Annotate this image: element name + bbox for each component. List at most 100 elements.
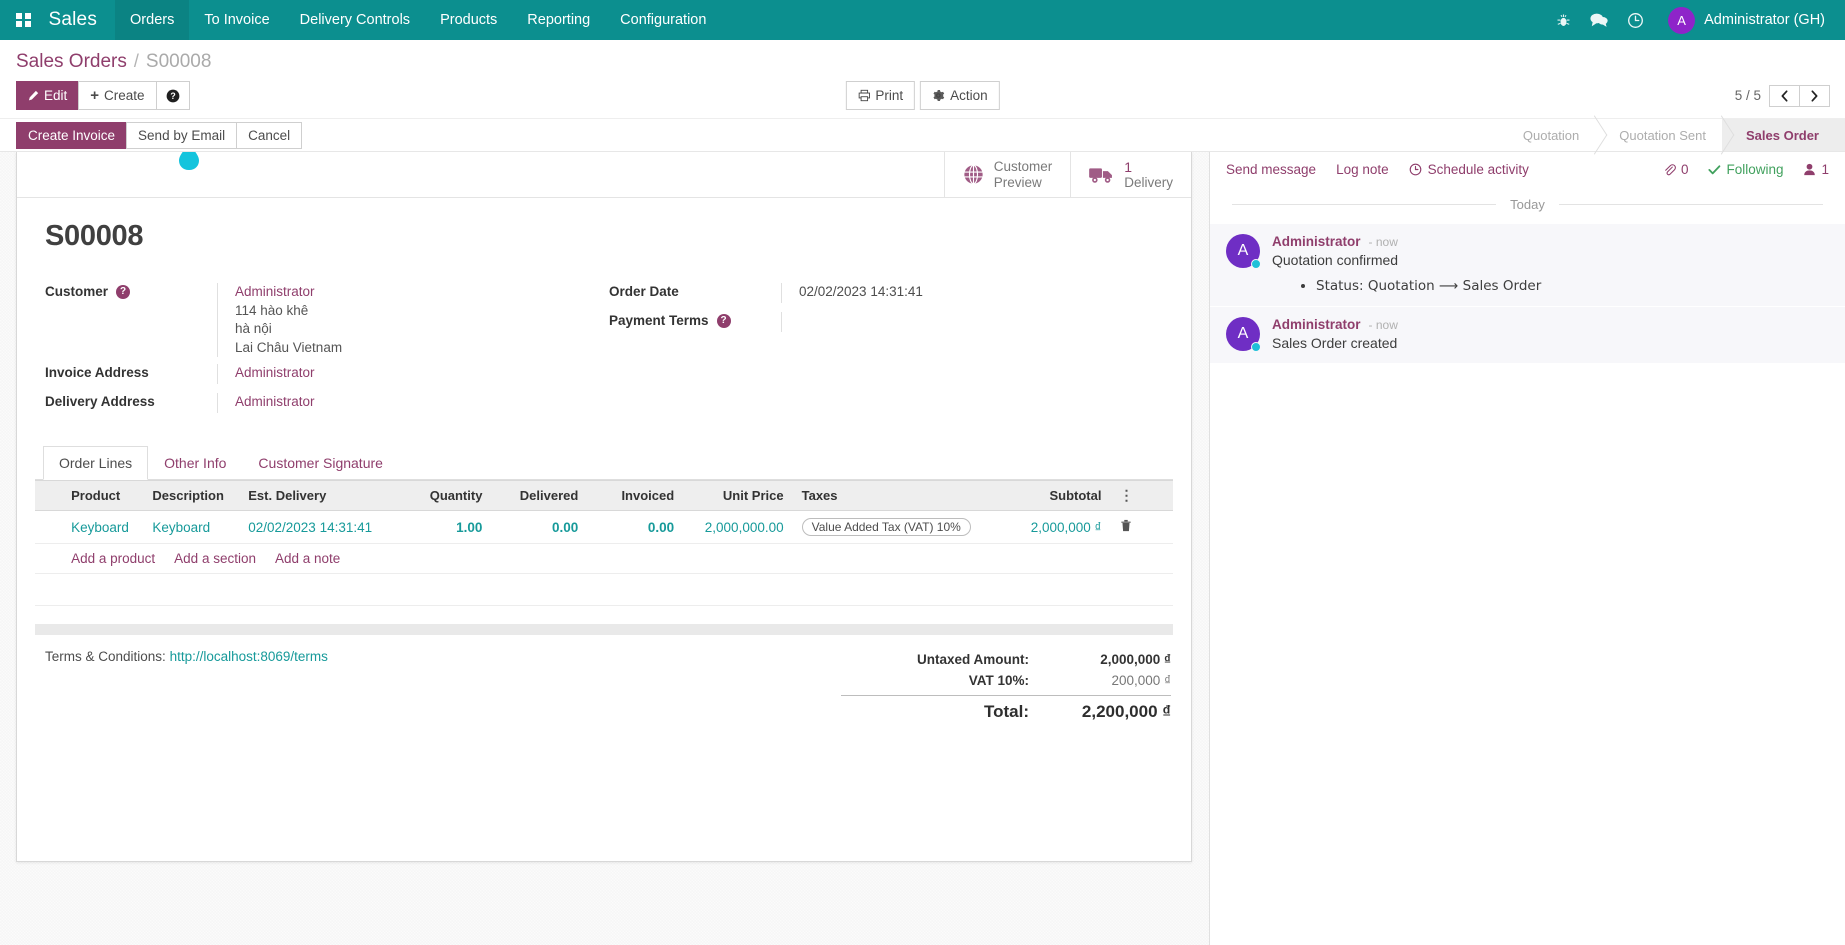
add-a-section-link[interactable]: Add a section [174, 551, 256, 566]
tab-customer-signature[interactable]: Customer Signature [242, 446, 399, 480]
cell-description[interactable]: Keyboard [143, 511, 239, 544]
message-avatar[interactable]: A [1226, 317, 1260, 351]
add-a-note-link[interactable]: Add a note [275, 551, 340, 566]
following-button[interactable]: Following [1708, 162, 1783, 177]
tab-order-lines[interactable]: Order Lines [43, 446, 148, 480]
status-stage-quotation-sent[interactable]: Quotation Sent [1595, 119, 1722, 151]
question-icon[interactable]: ? [717, 314, 731, 328]
nav-menu-configuration[interactable]: Configuration [605, 0, 721, 40]
schedule-activity-button[interactable]: Schedule activity [1409, 162, 1529, 177]
nav-menu-products[interactable]: Products [425, 0, 512, 40]
column-options-button[interactable]: ⋮ [1110, 481, 1141, 511]
send-message-button[interactable]: Send message [1226, 162, 1316, 177]
col-spacer [1142, 481, 1173, 511]
cell-delivered[interactable]: 0.00 [491, 511, 587, 544]
app-brand-sales[interactable]: Sales [43, 0, 116, 40]
create-button-label: Create [104, 87, 145, 104]
apps-menu-button[interactable] [0, 0, 43, 40]
follower-count-button[interactable]: 1 [1803, 162, 1829, 177]
field-order-date-value[interactable]: 02/02/2023 14:31:41 [781, 283, 1143, 303]
col-product[interactable]: Product [62, 481, 143, 511]
form-group-right: Order Date 02/02/2023 14:31:41 Payment T… [609, 283, 1173, 422]
terms-url-link[interactable]: http://localhost:8069/terms [170, 649, 328, 664]
nav-menu-delivery-controls[interactable]: Delivery Controls [285, 0, 425, 40]
message-avatar[interactable]: A [1226, 234, 1260, 268]
create-invoice-button[interactable]: Create Invoice [16, 122, 127, 149]
cell-est-delivery[interactable]: 02/02/2023 14:31:41 [239, 511, 395, 544]
cancel-button[interactable]: Cancel [236, 122, 302, 149]
empty-cell [35, 574, 1173, 606]
notebook: Order Lines Other Info Customer Signatur… [35, 446, 1173, 635]
print-button[interactable]: Print [845, 81, 915, 110]
col-est-delivery[interactable]: Est. Delivery [239, 481, 395, 511]
clock-icon[interactable] [1618, 0, 1652, 40]
message-header: Administrator - now [1272, 317, 1829, 332]
user-menu[interactable]: A Administrator (GH) [1654, 7, 1831, 34]
cell-spacer [1142, 511, 1173, 544]
breadcrumb-root[interactable]: Sales Orders [16, 51, 127, 73]
delivery-address-link[interactable]: Administrator [235, 394, 315, 409]
message-author[interactable]: Administrator [1272, 317, 1361, 332]
delete-line-button[interactable] [1110, 511, 1141, 544]
help-button[interactable]: ? [156, 81, 190, 110]
attachment-count-button[interactable]: 0 [1663, 162, 1689, 177]
add-row-links: Add a product Add a section Add a note [62, 544, 1173, 574]
nav-menu-reporting[interactable]: Reporting [512, 0, 605, 40]
field-delivery-address-label: Delivery Address [45, 393, 217, 409]
delivery-button[interactable]: 1 Delivery [1070, 152, 1191, 197]
tab-other-info[interactable]: Other Info [148, 446, 242, 480]
table-row[interactable]: Keyboard Keyboard 02/02/2023 14:31:41 1.… [35, 511, 1173, 544]
cell-subtotal: 2,000,000 ₫ [991, 511, 1111, 544]
edit-button[interactable]: Edit [16, 81, 79, 110]
total-grand-value: 2,200,000 ₫ [1043, 702, 1171, 722]
add-a-product-link[interactable]: Add a product [71, 551, 155, 566]
bug-icon[interactable] [1546, 0, 1580, 40]
field-customer: Customer ? Administrator 114 hào khê hà … [45, 283, 579, 357]
status-stage-quotation[interactable]: Quotation [1499, 119, 1595, 151]
cell-unit-price[interactable]: 2,000,000.00 [683, 511, 792, 544]
customer-preview-line1: Customer [994, 159, 1053, 175]
total-vat-value: 200,000 ₫ [1043, 673, 1171, 688]
action-button[interactable]: Action [920, 81, 1000, 110]
field-payment-terms-value[interactable] [781, 312, 1143, 332]
question-icon[interactable]: ? [116, 285, 130, 299]
send-by-email-button[interactable]: Send by Email [126, 122, 237, 149]
cell-taxes[interactable]: Value Added Tax (VAT) 10% [793, 511, 991, 544]
pager-next-button[interactable] [1799, 85, 1830, 107]
col-unit-price[interactable]: Unit Price [683, 481, 792, 511]
form-groups: Customer ? Administrator 114 hào khê hà … [45, 283, 1173, 422]
customer-name-link[interactable]: Administrator [235, 283, 579, 302]
cell-quantity[interactable]: 1.00 [396, 511, 492, 544]
customer-preview-button[interactable]: Customer Preview [944, 152, 1071, 197]
cell-invoiced[interactable]: 0.00 [587, 511, 683, 544]
col-invoiced[interactable]: Invoiced [587, 481, 683, 511]
row-drag-handle[interactable] [35, 511, 62, 544]
total-untaxed-row: Untaxed Amount: 2,000,000 ₫ [841, 649, 1171, 670]
order-lines-horizontal-scrollbar[interactable] [35, 624, 1173, 635]
user-icon [1803, 163, 1816, 176]
col-taxes[interactable]: Taxes [793, 481, 991, 511]
col-subtotal[interactable]: Subtotal [991, 481, 1111, 511]
customer-preview-line2: Preview [994, 175, 1053, 191]
pager-previous-button[interactable] [1769, 85, 1800, 107]
print-button-label: Print [875, 87, 903, 104]
chat-bubble-icon[interactable] [1582, 0, 1616, 40]
invoice-address-link[interactable]: Administrator [235, 365, 315, 380]
field-payment-terms: Payment Terms ? [609, 312, 1143, 334]
avatar: A [1668, 7, 1695, 34]
message-author[interactable]: Administrator [1272, 234, 1361, 249]
print-action-group: Print Action [845, 81, 999, 110]
col-description[interactable]: Description [143, 481, 239, 511]
follower-count: 1 [1821, 162, 1829, 177]
status-stage-sales-order[interactable]: Sales Order [1722, 119, 1845, 151]
record-action-buttons: Create Invoice Send by Email Cancel [16, 119, 301, 151]
col-delivered[interactable]: Delivered [491, 481, 587, 511]
nav-menu-orders[interactable]: Orders [115, 0, 189, 40]
field-payment-terms-label: Payment Terms ? [609, 312, 781, 328]
col-quantity[interactable]: Quantity [396, 481, 492, 511]
nav-menu-to-invoice[interactable]: To Invoice [189, 0, 284, 40]
cell-product[interactable]: Keyboard [62, 511, 143, 544]
create-button[interactable]: + Create [78, 81, 156, 110]
log-note-button[interactable]: Log note [1336, 162, 1389, 177]
record-statusbar-row: Create Invoice Send by Email Cancel Quot… [0, 118, 1845, 151]
